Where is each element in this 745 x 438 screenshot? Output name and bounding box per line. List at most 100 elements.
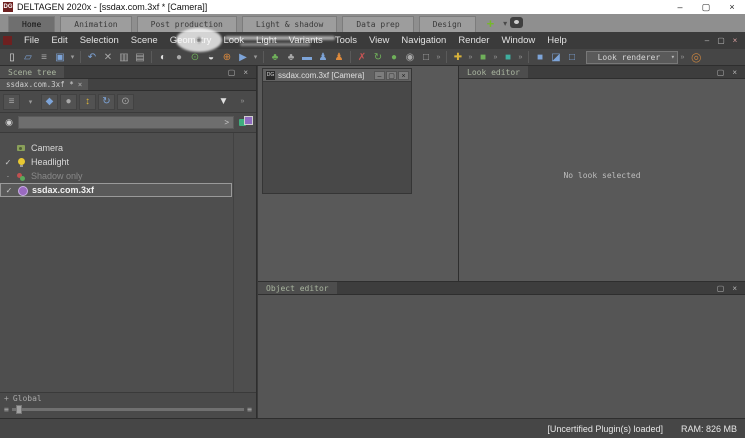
user-blue-icon[interactable]: ♟ — [315, 50, 331, 64]
overflow-chevron-icon[interactable]: » — [491, 50, 500, 64]
cube-solid-icon[interactable]: ■ — [532, 50, 548, 64]
menu-edit[interactable]: Edit — [45, 35, 73, 46]
float-panel-icon[interactable]: ▢ — [713, 68, 729, 77]
timer-icon[interactable]: ⊕ — [219, 50, 235, 64]
dome-light-icon[interactable]: ◒ — [203, 50, 219, 64]
viewport-minimize-button[interactable]: – — [374, 71, 385, 80]
close-button[interactable]: × — [719, 0, 745, 14]
float-panel-icon[interactable]: ▢ — [224, 68, 240, 77]
locate-icon[interactable]: ● — [60, 94, 77, 110]
ribbon-tab-animation[interactable]: Animation — [60, 16, 131, 32]
cube-wire2-icon[interactable]: □ — [564, 50, 580, 64]
transform-gizmo-icon[interactable]: ✚ — [450, 50, 466, 64]
feedback-icon[interactable] — [510, 17, 523, 28]
ribbon-tab-data-prep[interactable]: Data prep — [342, 16, 413, 32]
overflow-chevron-icon[interactable]: » — [466, 50, 475, 64]
ribbon-tab-home[interactable]: Home — [8, 16, 55, 32]
tree-overflow-icon[interactable]: » — [234, 94, 251, 110]
aperture-icon[interactable]: ◎ — [691, 50, 701, 64]
float-panel-icon[interactable]: ▢ — [713, 284, 729, 293]
scene-tree-tool-icon[interactable]: ♣ — [267, 50, 283, 64]
copy-icon[interactable]: ▥ — [116, 50, 132, 64]
display-mode-icon[interactable]: ≡ — [3, 94, 20, 110]
expand-collapse-icon[interactable]: ↕ — [79, 94, 96, 110]
menu-selection[interactable]: Selection — [74, 35, 125, 46]
search-icon[interactable]: ⊙ — [117, 94, 134, 110]
timeline-end-icon[interactable]: ≡ — [247, 405, 252, 414]
menu-window[interactable]: Window — [495, 35, 541, 46]
menu-render[interactable]: Render — [452, 35, 495, 46]
marquee-select-icon[interactable]: □ — [418, 50, 434, 64]
sync-selection-icon[interactable]: ◆ — [41, 94, 58, 110]
ribbon-tab-design[interactable]: Design — [419, 16, 476, 32]
tree-row-headlight[interactable]: ✓ Headlight — [0, 155, 232, 169]
add-tab-button[interactable]: + — [481, 14, 501, 32]
save-options-caret-icon[interactable]: ▾ — [68, 50, 77, 64]
overflow-chevron-icon[interactable]: » — [434, 50, 443, 64]
tree-row-camera[interactable]: Camera — [0, 141, 232, 155]
close-panel-icon[interactable]: × — [239, 68, 252, 77]
delete-icon[interactable]: ✕ — [100, 50, 116, 64]
scene-tree-view[interactable]: Camera ✓ Headlight · Shadow only ✓ ssdax… — [0, 132, 256, 392]
cube-wire-icon[interactable]: ◪ — [548, 50, 564, 64]
timeline-slider[interactable] — [12, 408, 244, 411]
fly-through-icon[interactable]: ▶ — [235, 50, 251, 64]
looks-column-icon[interactable] — [237, 115, 253, 129]
fly-options-caret-icon[interactable]: ▾ — [251, 50, 260, 64]
visibility-checkbox[interactable]: · — [0, 172, 16, 181]
expander-icon[interactable]: + — [4, 394, 9, 403]
mdi-restore-button[interactable]: ▢ — [714, 36, 728, 45]
tab-options-caret-icon[interactable]: ▾ — [500, 14, 510, 32]
box-green-icon[interactable]: ■ — [475, 50, 491, 64]
delete-transform-icon[interactable]: ✗ — [354, 50, 370, 64]
close-panel-icon[interactable]: × — [728, 68, 741, 77]
scene-tree-alt-icon[interactable]: ♣ — [283, 50, 299, 64]
environment-sphere-icon[interactable]: ● — [171, 50, 187, 64]
material-library-icon[interactable]: ◉ — [402, 50, 418, 64]
new-file-icon[interactable]: ▯ — [4, 50, 20, 64]
open-file-icon[interactable]: ▱ — [20, 50, 36, 64]
save-icon[interactable]: ▣ — [52, 50, 68, 64]
timeline-start-icon[interactable]: ≡ — [4, 405, 9, 414]
undo-icon[interactable]: ↶ — [84, 50, 100, 64]
visibility-checkbox[interactable]: ✓ — [0, 158, 16, 167]
user-orange-icon[interactable]: ♟ — [331, 50, 347, 64]
visibility-eye-icon[interactable]: ◉ — [3, 117, 15, 128]
import-icon[interactable]: ≡ — [36, 50, 52, 64]
display-mode-caret-icon[interactable]: ▾ — [22, 94, 39, 110]
object-editor-panel-tab[interactable]: Object editor — [258, 282, 337, 294]
minimize-button[interactable]: – — [667, 0, 693, 14]
breadcrumb[interactable]: > — [18, 116, 234, 129]
paste-icon[interactable]: ▤ — [132, 50, 148, 64]
tree-row-model[interactable]: ✓ ssdax.com.3xf — [0, 183, 232, 197]
breadcrumb-expand-icon[interactable]: > — [224, 118, 229, 127]
close-panel-icon[interactable]: × — [728, 284, 741, 293]
slider-handle[interactable] — [16, 405, 22, 414]
refresh-scene-icon[interactable]: ↻ — [370, 50, 386, 64]
filter-icon[interactable]: ▼ — [215, 94, 232, 110]
material-sphere-icon[interactable]: ● — [386, 50, 402, 64]
monitor-icon[interactable]: ▬ — [299, 50, 315, 64]
viewport-maximize-button[interactable]: ▢ — [386, 71, 397, 80]
viewport-canvas[interactable] — [263, 82, 411, 193]
tree-row-shadow-only[interactable]: · Shadow only — [0, 169, 232, 183]
renderer-dropdown[interactable]: Look renderer ▾ — [586, 51, 678, 64]
mdi-close-button[interactable]: × — [728, 36, 742, 45]
scene-tree-panel-tab[interactable]: Scene tree — [0, 66, 64, 78]
ribbon-tab-light-shadow[interactable]: Light & shadow — [242, 16, 337, 32]
viewport-close-button[interactable]: × — [398, 71, 409, 80]
menu-file[interactable]: File — [18, 35, 45, 46]
close-tab-icon[interactable]: × — [78, 80, 83, 89]
viewport-title-bar[interactable]: DG ssdax.com.3xf [Camera] – ▢ × — [263, 69, 411, 82]
mdi-minimize-button[interactable]: – — [700, 36, 714, 45]
toolbar-overflow-icon[interactable]: » — [678, 50, 687, 64]
menu-view[interactable]: View — [363, 35, 395, 46]
box-teal-icon[interactable]: ■ — [500, 50, 516, 64]
overflow-chevron-icon[interactable]: » — [516, 50, 525, 64]
look-editor-panel-tab[interactable]: Look editor — [459, 66, 528, 78]
menu-help[interactable]: Help — [541, 35, 573, 46]
menu-scene[interactable]: Scene — [125, 35, 164, 46]
menu-navigation[interactable]: Navigation — [395, 35, 452, 46]
document-tab[interactable]: ssdax.com.3xf * × — [0, 79, 88, 90]
snap-tool-icon[interactable]: ⊙ — [187, 50, 203, 64]
